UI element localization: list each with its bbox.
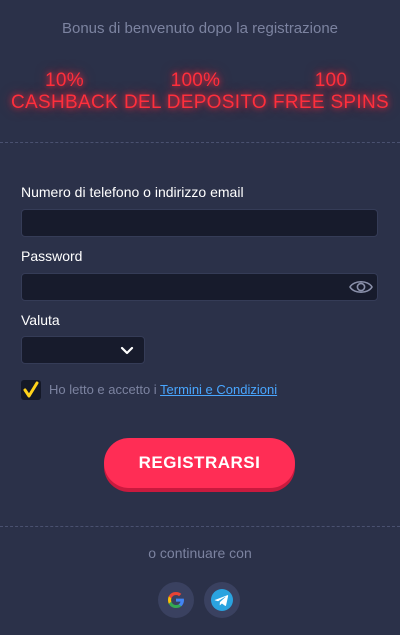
bonus-deposit: 100% DEL DEPOSITO [124,70,267,114]
bonus-value: 100 [314,70,348,91]
bonus-label: CASHBACK [11,92,118,113]
login-label: Numero di telefono o indirizzo email [21,184,244,200]
terms-link[interactable]: Termini e Condizioni [160,382,277,397]
currency-label: Valuta [21,312,60,328]
eye-icon[interactable] [349,277,373,297]
bonus-value: 100% [170,70,221,91]
terms-prefix: Ho letto e accetto i [49,382,161,397]
google-icon [168,592,184,608]
terms-text: Ho letto e accetto i Termini e Condizion… [49,382,277,397]
chevron-down-icon [120,346,134,355]
divider [0,526,400,527]
bonus-value: 10% [45,70,84,91]
telegram-icon [211,589,233,611]
telegram-login-button[interactable] [204,582,240,618]
bonus-label: DEL DEPOSITO [123,92,267,113]
registration-page: Bonus di benvenuto dopo la registrazione… [0,0,400,635]
bonus-title: Bonus di benvenuto dopo la registrazione [61,20,339,37]
bonus-label: FREE SPINS [273,92,389,113]
continue-with-label: o continuare con [148,545,252,561]
register-button[interactable]: REGISTRARSI [104,438,295,488]
google-login-button[interactable] [158,582,194,618]
password-input[interactable] [21,273,378,301]
login-input[interactable] [21,209,378,237]
terms-checkbox[interactable] [21,380,41,400]
currency-select[interactable] [21,336,145,364]
password-label: Password [21,248,83,264]
check-icon [23,381,39,398]
bonus-free-spins: 100 FREE SPINS [273,70,389,114]
bonus-cashback: 10% CASHBACK [11,70,118,114]
divider [0,142,400,143]
bonus-row: 10% CASHBACK 100% DEL DEPOSITO 100 FREE … [0,70,400,114]
